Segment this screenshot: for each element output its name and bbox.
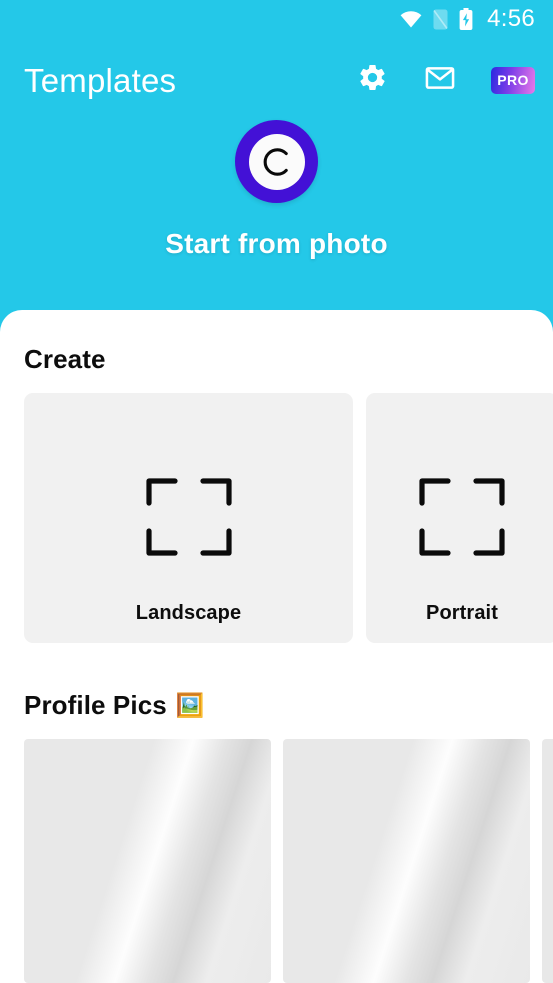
framed-picture-emoji-icon: 🖼️: [175, 692, 205, 718]
mail-button[interactable]: [423, 63, 457, 97]
app-bar: Templates PRO: [0, 48, 553, 112]
status-bar-clock: 4:56: [487, 5, 535, 32]
profile-pic-thumbnail[interactable]: [24, 739, 271, 983]
battery-charging-icon: [459, 8, 473, 30]
create-cards-row: Landscape Portrait: [24, 393, 553, 643]
pro-badge-label: PRO: [497, 72, 529, 88]
pro-badge[interactable]: PRO: [491, 66, 535, 94]
wifi-icon: [400, 10, 422, 28]
profile-pics-row[interactable]: [24, 739, 553, 983]
envelope-icon: [424, 62, 456, 99]
logo-c-letter-icon: [259, 144, 295, 180]
start-from-photo-button[interactable]: Start from photo: [0, 120, 553, 310]
app-bar-actions: PRO: [355, 63, 535, 97]
logo-inner-circle: [248, 133, 305, 190]
app-logo: [235, 120, 318, 203]
content-sheet: Create Landscape Portrait Profile Pics 🖼…: [0, 310, 553, 983]
profile-pic-thumbnail[interactable]: [283, 739, 530, 983]
crop-frame-icon: [145, 477, 233, 562]
settings-button[interactable]: [355, 63, 389, 97]
sim-off-icon: [433, 9, 448, 30]
start-from-photo-label: Start from photo: [165, 228, 388, 259]
create-card-label: Landscape: [135, 602, 242, 624]
create-heading-text: Create: [24, 344, 106, 374]
create-section-heading: Create: [24, 344, 106, 375]
profile-pics-heading-text: Profile Pics: [24, 690, 167, 720]
create-card-portrait[interactable]: Portrait: [366, 393, 553, 643]
create-card-landscape[interactable]: Landscape: [24, 393, 353, 643]
profile-pic-thumbnail[interactable]: [542, 739, 553, 983]
app-screen: 4:56 Templates PRO Start from photo Crea…: [0, 0, 553, 983]
gear-icon: [357, 62, 388, 98]
page-title: Templates: [24, 61, 177, 99]
create-card-label: Portrait: [426, 602, 498, 624]
crop-frame-icon: [418, 477, 506, 562]
status-bar: 4:56: [0, 0, 553, 38]
profile-pics-section-heading: Profile Pics 🖼️: [24, 690, 205, 721]
